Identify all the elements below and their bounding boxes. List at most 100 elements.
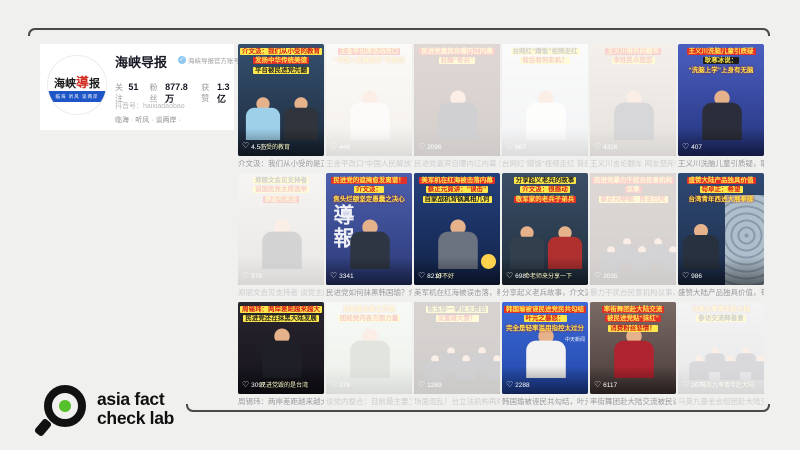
thumb-title-overlay: 民进党嘉宾自曝内讧内幕狂酸“奇兵” xyxy=(416,47,498,66)
thumb-subtitle: 民进党毁的是台湾 xyxy=(260,380,308,389)
heart-icon: ♡ xyxy=(506,272,513,280)
account-name: 海峡导报 xyxy=(115,52,167,71)
video-caption: 率街舞团赴大陆交流被民进党贴“抹… xyxy=(590,396,676,407)
video-tile-5[interactable]: 王义川洗脑儿童引质疑耿寒冰说：“洗脑上学”上身有无脑♡407王义川洗脑儿童引质疑… xyxy=(678,44,764,169)
thumb-subtitle: 好不好 xyxy=(436,271,454,280)
channel-tag: 中天新闻 xyxy=(565,336,585,343)
heart-icon: ♡ xyxy=(242,272,249,280)
video-caption: 郑丽文会见支持者 谈党主席选举… xyxy=(238,287,324,298)
thumb-subtitle: 小受的教育 xyxy=(260,142,290,151)
mascot-icon xyxy=(481,254,496,269)
thumb-title-overlay: 民进党暴力干扰台民意机构议事蔡正元哽咽：民主已死 xyxy=(592,176,674,204)
video-caption: 暴力干扰台民意机构议事，蔡正元… xyxy=(590,287,676,298)
thumb-title-overlay: 王义川洗脑儿童引质疑耿寒冰说：“洗脑上学”上身有无脑 xyxy=(680,47,762,75)
video-caption: 王义川言论翻车 网友怒斥带风向… xyxy=(590,158,676,169)
verified-badge: ✓ 海峡导报官方账号 xyxy=(178,55,240,65)
video-grid: 介文汲：我们从小受的教育发扬中华传统美德平台被民进党先翻♡4.5万小受的教育介文… xyxy=(238,44,766,411)
video-tile-11[interactable]: 盛赞大陆产品独具价值苟卓正：希望台湾青年西进大展拳脚♡986盛赞大陆产品独具价值… xyxy=(678,173,764,298)
video-tile-8[interactable]: 美军机在红海被击落内幕蔡正元竟讲：“误击”自家战机背锅真相几何♡8218好不好美… xyxy=(414,173,500,298)
video-tile-13[interactable]: 目前最主要工作是团结党内各方面力量 ♡376 谈党内整合：目前最主要工作是凝聚… xyxy=(326,302,412,407)
verified-check-icon: ✓ xyxy=(178,56,186,64)
thumb-title-overlay: 台网红“蹭饭”视频走红背后有何玄机？ xyxy=(504,47,586,66)
douyin-id: 抖音号：haixiadaobao xyxy=(115,101,185,111)
video-tile-16[interactable]: 率街舞团赴大陆交流被民进党贴“抹红”消费粉丝悲情！ ♡6117 率街舞团赴大陆交流被… xyxy=(590,302,676,407)
heart-icon: ♡ xyxy=(330,143,337,151)
like-count: ♡4326 xyxy=(594,143,618,151)
thumb-title-overlay: 目前最主要工作是团结党内各方面力量 xyxy=(328,305,410,324)
thumb-title-overlay: 民进党的遮掩愈发离谱！介文汲：焦头烂额坚定愚蠢之决心 xyxy=(328,176,410,204)
video-tile-2[interactable]: 民进党嘉宾自曝内讧内幕狂酸“奇兵” ♡2096 民进党嘉宾自曝内讧内幕 狂酸“奇… xyxy=(414,44,500,169)
video-tile-0[interactable]: 介文汲：我们从小受的教育发扬中华传统美德平台被民进党先翻♡4.5万小受的教育介文… xyxy=(238,44,324,169)
thumb-title-overlay: 陈玉珍一掌扯太费劲沈富雄大赞！ xyxy=(416,305,498,324)
like-count: ♡3341 xyxy=(330,272,354,280)
grid-row-0: 介文汲：我们从小受的教育发扬中华传统美德平台被民进党先翻♡4.5万小受的教育介文… xyxy=(238,44,766,169)
video-tile-14[interactable]: 陈玉珍一掌扯太费劲沈富雄大赞！ ♡1289 场面混乱！台立法机构再爆冲突… xyxy=(414,302,500,407)
video-tile-7[interactable]: 民进党的遮掩愈发离谱！介文汲：焦头烂额坚定愚蠢之决心導報♡3341民进党如何抹黑… xyxy=(326,173,412,298)
avatar-logo-text: 海峡導报 xyxy=(48,72,106,91)
profile-card: 海峡導报 临海 听风 谈两岸 海峡导报 ✓ 海峡导报官方账号 关注51粉丝877… xyxy=(40,44,234,130)
thumb-subtitle: 个老师来分享一下 xyxy=(524,271,572,280)
video-caption: 谈党内整合：目前最主要工作是凝聚… xyxy=(326,396,412,407)
like-count: ♡687 xyxy=(506,143,526,151)
thumb-subtitle: 马英九率青年赴大陆 xyxy=(700,380,754,389)
video-tile-1[interactable]: 王金平出席活动改口“中国人民解放军”引热议♡448王金平改口“中国人民解放军”引… xyxy=(326,44,412,169)
magnifier-icon xyxy=(36,381,88,437)
heart-icon: ♡ xyxy=(594,381,601,389)
video-tile-15[interactable]: 韩国瑜被诬民进党民共勾结叶元之暴怒：完全是轻率滥用指控太过分中天新闻♡2288韩… xyxy=(502,302,588,407)
grid-row-1: 郑丽文会见支持者谈国民党主席选举表态引关注 ♡978 郑丽文会见支持者 谈党主席选举… xyxy=(238,173,766,298)
machine-image xyxy=(725,195,764,285)
heart-icon: ♡ xyxy=(594,272,601,280)
thumb-title-overlay: 率街舞团赴大陆交流被民进党贴“抹红”消费粉丝悲情！ xyxy=(592,305,674,333)
like-count: ♡978 xyxy=(242,272,262,280)
video-caption: 介文汲：我们从小受的是正统中华文… xyxy=(238,158,324,169)
like-count: ♡2075 xyxy=(682,381,706,389)
thumb-title-overlay: 韩国瑜被诬民进党民共勾结叶元之暴怒：完全是轻率滥用指控太过分 xyxy=(504,305,586,333)
thumb-title-overlay: 分享起义老兵的故事介文汲：很感动敬军家的老兵子弟兵 xyxy=(504,176,586,204)
like-count: ♡2096 xyxy=(418,143,442,151)
video-caption: 民进党嘉宾自曝内讧内幕 狂酸“奇… xyxy=(414,158,500,169)
frame-top-line xyxy=(28,28,770,36)
like-count: ♡986 xyxy=(682,272,702,280)
thumb-title-overlay: 王义川带风向翻车李姓民众怒怼 xyxy=(592,47,674,66)
heart-icon: ♡ xyxy=(330,381,337,389)
avatar[interactable]: 海峡導报 临海 听风 谈两岸 xyxy=(47,55,107,115)
heart-icon: ♡ xyxy=(594,143,601,151)
like-count: ♡376 xyxy=(330,381,350,389)
video-caption: 场面混乱！台立法机构再爆冲突… xyxy=(414,396,500,407)
video-tile-12[interactable]: 周锡玮：两岸差距越来越大民进党还在抹黑大陆发展♡3097民进党毁的是台湾周锡玮：… xyxy=(238,302,324,407)
verified-badge-label: 海峡导报官方账号 xyxy=(188,55,240,65)
thumb-title-overlay: 介文汲：我们从小受的教育发扬中华传统美德平台被民进党先翻 xyxy=(240,47,322,75)
video-tile-6[interactable]: 郑丽文会见支持者谈国民党主席选举表态引关注 ♡978 郑丽文会见支持者 谈党主席选举… xyxy=(238,173,324,298)
afcl-wordmark: asia fact check lab xyxy=(97,390,174,428)
video-caption: 民进党如何抹黑韩国瑜？介文汲：… xyxy=(326,287,412,298)
video-caption: 韩国瑜被诬民共勾结，叶元之暴… xyxy=(502,396,588,407)
heart-icon: ♡ xyxy=(506,381,513,389)
video-caption: 王金平改口“中国人民解放军”引热… xyxy=(326,158,412,169)
video-tile-3[interactable]: 台网红“蹭饭”视频走红背后有何玄机？ ♡687 台网红“蹭饭”视频走红 背后有何… xyxy=(502,44,588,169)
thumb-title-overlay: 郑丽文会见支持者谈国民党主席选举表态引关注 xyxy=(240,176,322,204)
video-tile-17[interactable]: 马英九率青年赴大陆参访交流释善意 ♡2075马英九率青年赴大陆马英九基金会组团赴大… xyxy=(678,302,764,407)
video-caption: 台网红“蹭饭”视频走红 背后有何… xyxy=(502,158,588,169)
stat-2: 获赞1.3亿 xyxy=(201,82,234,105)
avatar-ribbon: 临海 听风 谈两岸 xyxy=(47,91,107,102)
heart-icon: ♡ xyxy=(418,143,425,151)
like-count: ♡1289 xyxy=(418,381,442,389)
video-caption: 马英九基金会组团赴大陆交流参访… xyxy=(678,396,764,407)
grid-row-2: 周锡玮：两岸差距越来越大民进党还在抹黑大陆发展♡3097民进党毁的是台湾周锡玮：… xyxy=(238,302,766,407)
heart-icon: ♡ xyxy=(330,272,337,280)
heart-icon: ♡ xyxy=(682,143,689,151)
heart-icon: ♡ xyxy=(682,272,689,280)
heart-icon: ♡ xyxy=(242,142,249,150)
heart-icon: ♡ xyxy=(418,272,425,280)
heart-icon: ♡ xyxy=(242,381,249,389)
video-caption: 王义川洗脑儿童引质疑，耿寒冰说：… xyxy=(678,158,764,169)
video-caption: 盛赞大陆产品独具价值，苟卓正：希… xyxy=(678,287,764,298)
video-caption: 美军机在红海被误击落，蔡正元笑… xyxy=(414,287,500,298)
video-tile-4[interactable]: 王义川带风向翻车李姓民众怒怼 ♡4326 王义川言论翻车 网友怒斥带风向… xyxy=(590,44,676,169)
like-count: ♡6117 xyxy=(594,381,617,389)
video-tile-10[interactable]: 民进党暴力干扰台民意机构议事蔡正元哽咽：民主已死♡2035暴力干扰台民意机构议事… xyxy=(590,173,676,298)
heart-icon: ♡ xyxy=(418,381,425,389)
heart-icon: ♡ xyxy=(682,381,689,389)
video-tile-9[interactable]: 分享起义老兵的故事介文汲：很感动敬军家的老兵子弟兵♡6980个老师来分享一下分享… xyxy=(502,173,588,298)
thumb-title-overlay: 马英九率青年赴大陆参访交流释善意 xyxy=(680,305,762,324)
